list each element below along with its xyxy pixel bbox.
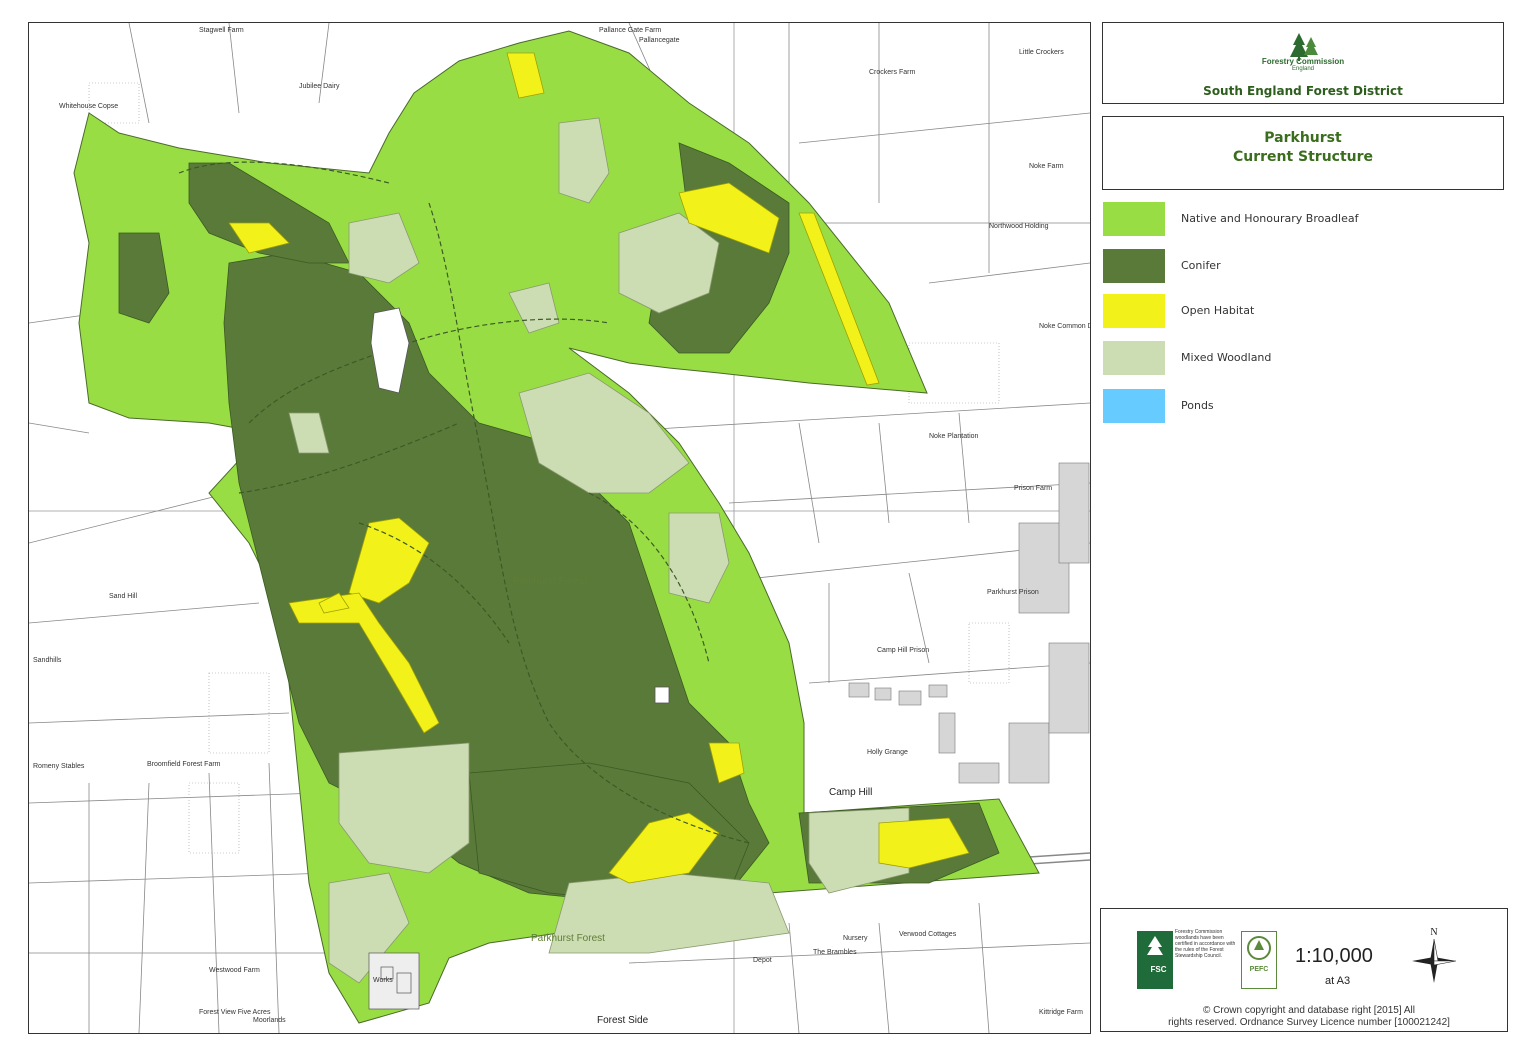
legend-swatch bbox=[1103, 389, 1165, 423]
fsc-logo: FSC bbox=[1137, 931, 1173, 989]
map-label-sand-hill: Sand Hill bbox=[109, 593, 138, 600]
map-label-parkhurst-forest-1: Parkhurst Forest bbox=[513, 576, 587, 587]
map-label-jubilee: Jubilee Dairy bbox=[299, 83, 340, 90]
org-name: Forestry Commission bbox=[1261, 57, 1345, 66]
map-label-northwood: Northwood Holding bbox=[989, 223, 1049, 230]
map-label-pallancegate: Pallancegate bbox=[639, 37, 680, 44]
map-label-verwood: Verwood Cottages bbox=[899, 931, 957, 938]
map-label-crockers: Crockers Farm bbox=[869, 69, 916, 76]
copyright-notice: © Crown copyright and database right [20… bbox=[1121, 1005, 1497, 1029]
map-label-little-crockers: Little Crockers bbox=[1019, 49, 1064, 56]
map-label-westwood: Westwood Farm bbox=[209, 967, 260, 974]
north-label: N bbox=[1430, 927, 1437, 938]
map-label-noke-farm: Noke Farm bbox=[1029, 163, 1064, 170]
map-label-sandhills: Sandhills bbox=[33, 657, 62, 664]
map-label-romeny: Romeny Stables bbox=[33, 763, 85, 770]
map-label-kittridge: Kittridge Farm bbox=[1039, 1009, 1083, 1016]
pefc-logo: PEFC bbox=[1241, 931, 1277, 989]
legend-swatch bbox=[1103, 249, 1165, 283]
map-canvas bbox=[29, 23, 1090, 1033]
legend-swatch bbox=[1103, 341, 1165, 375]
map-label-noke-plantation: Noke Plantation bbox=[929, 433, 979, 440]
map-label-camp-hill: Camp Hill bbox=[829, 787, 873, 798]
map-label-camp-hill-prison: Camp Hill Prison bbox=[877, 647, 930, 654]
map-frame[interactable]: Stagwell Farm Pallance Gate Farm Pallanc… bbox=[28, 22, 1091, 1034]
north-arrow-icon: N bbox=[1412, 927, 1457, 983]
map-label-parkhurst-forest-2: Parkhurst Forest bbox=[531, 933, 605, 944]
scale-note: at A3 bbox=[1325, 975, 1351, 987]
map-label-moorlands: Moorlands bbox=[253, 1017, 286, 1024]
legend-swatch bbox=[1103, 202, 1165, 236]
map-subtitle: Current Structure bbox=[1232, 149, 1374, 165]
map-title: Parkhurst bbox=[1264, 130, 1342, 146]
pefc-label: PEFC bbox=[1249, 966, 1269, 973]
map-label-nursery: Nursery bbox=[843, 935, 868, 942]
copyright-line-2: rights reserved. Ordnance Survey Licence… bbox=[1168, 1017, 1450, 1028]
legend-label: Open Habitat bbox=[1181, 304, 1255, 317]
legend-label: Native and Honourary Broadleaf bbox=[1181, 212, 1359, 225]
map-label-forest-side: Forest Side bbox=[597, 1015, 649, 1026]
map-label-broomfield: Broomfield Forest Farm bbox=[147, 761, 221, 768]
scale-ratio: 1:10,000 bbox=[1295, 945, 1373, 967]
map-label-pallance: Pallance Gate Farm bbox=[599, 27, 662, 34]
title-panel: Parkhurst Current Structure bbox=[1102, 116, 1504, 190]
fsc-label: FSC bbox=[1150, 965, 1167, 974]
map-label-forest-view: Forest View Five Acres bbox=[199, 1009, 271, 1016]
map-label-whitehouse: Whitehouse Copse bbox=[59, 103, 119, 110]
legend-label: Mixed Woodland bbox=[1181, 351, 1272, 364]
map-label-depot: Depot bbox=[753, 957, 772, 964]
map-label-stagwell: Stagwell Farm bbox=[199, 27, 244, 34]
map-label-holly-grange: Holly Grange bbox=[867, 749, 908, 756]
map-label-works: Works bbox=[373, 977, 393, 984]
copyright-line-1: © Crown copyright and database right [20… bbox=[1203, 1005, 1415, 1016]
pefc-icon bbox=[1247, 936, 1271, 960]
map-label-noke-common: Noke Common Dairy bbox=[1039, 323, 1090, 330]
legend-label: Conifer bbox=[1181, 259, 1221, 272]
footer-panel: FSC Forestry Commission woodlands have b… bbox=[1100, 908, 1508, 1032]
fsc-note: Forestry Commission woodlands have been … bbox=[1175, 929, 1236, 959]
legend-swatch bbox=[1103, 294, 1165, 328]
legend-label: Ponds bbox=[1181, 399, 1214, 412]
org-sub: England bbox=[1291, 66, 1315, 72]
fsc-tree-icon bbox=[1147, 936, 1163, 955]
map-label-parkhurst-prison: Parkhurst Prison bbox=[987, 589, 1039, 596]
district-name: South England Forest District bbox=[1203, 84, 1403, 98]
map-label-prison-farm: Prison Farm bbox=[1014, 485, 1053, 492]
map-label-brambles: The Brambles bbox=[813, 949, 857, 956]
clearing-small bbox=[654, 686, 670, 704]
header-panel: Forestry Commission England South Englan… bbox=[1102, 22, 1504, 104]
